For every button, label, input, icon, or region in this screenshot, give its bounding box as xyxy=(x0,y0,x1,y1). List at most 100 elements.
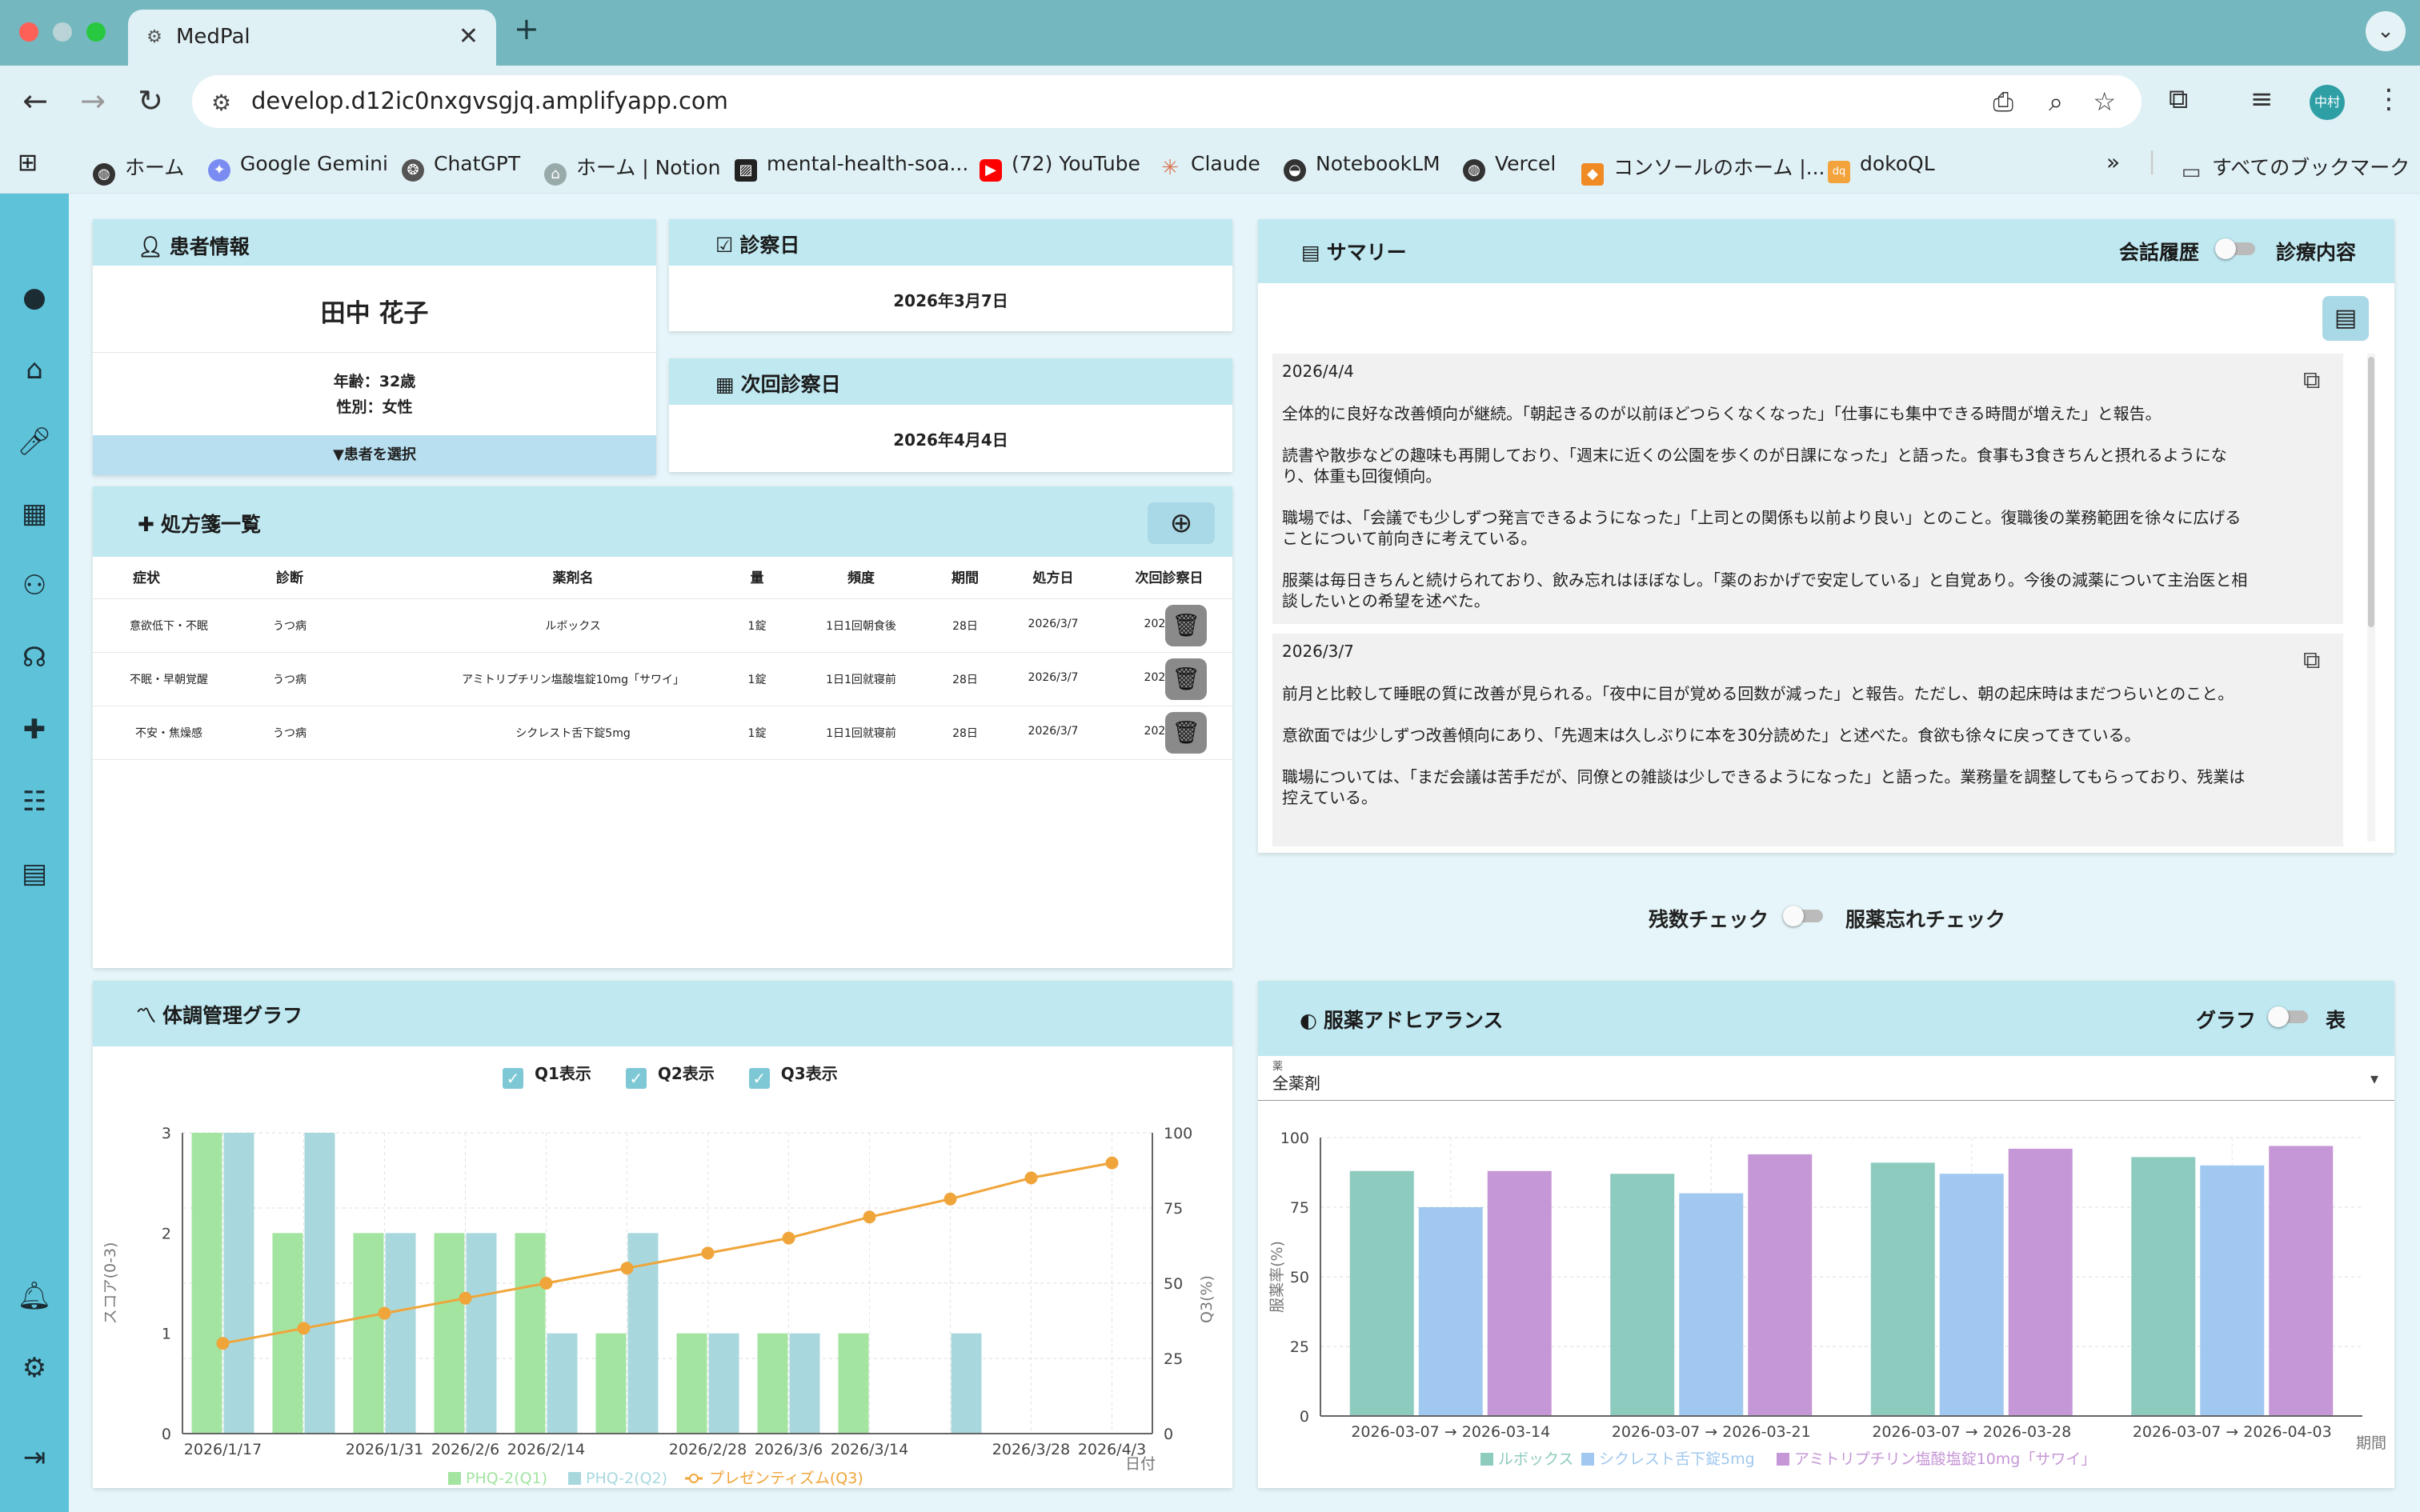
new-tab-icon[interactable]: + xyxy=(514,11,539,46)
table-cell: 不眠・早朝覚醒 xyxy=(130,674,208,686)
bookmark-youtube[interactable]: ▶ (72) YouTube xyxy=(980,152,1140,182)
y2-tick-label: 25 xyxy=(1164,1350,1183,1368)
check-mode-toggle[interactable] xyxy=(1783,906,1825,926)
checkbox-label: Q3表示 xyxy=(780,1064,838,1083)
visit-date-value: 2026年3月7日 xyxy=(893,291,1008,310)
col-header: 診断 xyxy=(276,570,303,586)
generate-summary-button[interactable]: ▤ xyxy=(2322,296,2369,341)
browser-menu-icon[interactable]: ⋮ xyxy=(2375,83,2402,115)
bookmark-dokoql[interactable]: dq dokoQL xyxy=(1828,152,1935,183)
bookmark-mental-health[interactable]: ▨ mental-health-soa... xyxy=(735,152,968,182)
y2-tick-label: 100 xyxy=(1164,1125,1192,1142)
people-icon[interactable]: ⚇ xyxy=(0,570,69,602)
bookmark-chatgpt[interactable]: ❂ ChatGPT xyxy=(402,152,520,182)
tab-search-icon[interactable]: ⌄ xyxy=(2366,11,2406,51)
close-window-button[interactable] xyxy=(19,22,38,42)
prescriptions-title-text: 処方箋一覧 xyxy=(160,513,261,536)
home-icon[interactable]: ⌂ xyxy=(0,354,69,386)
repo-icon: ▨ xyxy=(735,159,757,182)
maximize-window-button[interactable] xyxy=(86,22,106,42)
delete-prescription-button[interactable]: 🗑︎ xyxy=(1165,712,1207,754)
adherence-bar xyxy=(2269,1146,2334,1416)
browser-tab[interactable]: ⚙ MedPal ✕ xyxy=(128,10,496,66)
q3-point xyxy=(620,1262,634,1275)
more-bookmarks-icon[interactable]: » xyxy=(2106,149,2120,175)
add-prescription-button[interactable]: ⊕ xyxy=(1148,502,1215,544)
account-icon[interactable]: ● xyxy=(0,282,69,314)
address-bar[interactable]: ⚙ develop.d12ic0nxgvsgjq.amplifyapp.com … xyxy=(192,75,2142,128)
bookmark-notebooklm[interactable]: ◒ NotebookLM xyxy=(1284,152,1440,182)
visit-date-card: ☑ 診察日 2026年3月7日 xyxy=(669,219,1232,331)
logout-icon[interactable]: ⇥ xyxy=(0,1442,69,1474)
y2-axis-label: Q3(%) xyxy=(1198,1275,1216,1323)
x-tick-label: 2026/2/28 xyxy=(669,1441,747,1458)
document-icon[interactable]: ▤ xyxy=(0,858,69,890)
site-info-icon[interactable]: ⚙ xyxy=(211,90,231,116)
y-tick-label: 0 xyxy=(162,1426,171,1443)
microphone-icon[interactable]: 🎤︎ xyxy=(0,426,69,458)
bookmark-claude[interactable]: ✳ Claude xyxy=(1159,152,1260,179)
adherence-view-toggle[interactable] xyxy=(2268,1006,2310,1027)
bookmark-notion[interactable]: ⌂ ホーム | Notion xyxy=(544,152,720,186)
table-cell: うつ病 xyxy=(273,727,307,740)
zoom-icon[interactable]: ⌕ xyxy=(2049,86,2063,118)
trend-chart-icon: 〽 xyxy=(136,1004,157,1027)
profile-avatar[interactable]: 中村 xyxy=(2310,85,2345,120)
bookmark-vercel[interactable]: ◍ Vercel xyxy=(1463,152,1556,182)
y-axis-label: 服薬率(%) xyxy=(1268,1241,1286,1313)
summary-paragraph: 服薬は毎日きちんと続けられており、飲み忘れはほぼなし。「薬のおかげで安定している… xyxy=(1282,570,2248,610)
minimize-window-button[interactable] xyxy=(53,22,72,42)
drug-select[interactable]: 薬 全薬剤 ▾ xyxy=(1258,1056,2394,1101)
bookmark-label: Vercel xyxy=(1495,152,1557,175)
bookmark-label: mental-health-soa... xyxy=(767,152,969,175)
bookmark-star-icon[interactable]: ☆ xyxy=(2093,86,2116,117)
bookmark-home[interactable]: ◍ ホーム xyxy=(93,152,184,186)
prescriptions-header: ✚ 処方箋一覧 ⊕ xyxy=(93,486,1232,557)
checkbox-check-icon: ✓ xyxy=(625,1068,647,1089)
copy-icon[interactable]: ⧉ xyxy=(2303,366,2332,398)
summary-entry: 2026/4/4 ⧉ 全体的に良好な改善傾向が継続。「朝起きるのが以前ほどつらくなく… xyxy=(1272,354,2343,624)
app-favicon-icon: ⚙ xyxy=(146,27,162,47)
record-voice-icon[interactable]: ☊ xyxy=(0,642,69,674)
table-cell: 意欲低下・不眠 xyxy=(130,620,208,633)
clipboard-icon[interactable]: ☷ xyxy=(0,786,69,818)
calendar-icon[interactable]: ▦ xyxy=(0,498,69,530)
q3-checkbox[interactable]: ✓ Q3表示 xyxy=(748,1064,838,1089)
adherence-title-text: 服薬アドヒアランス xyxy=(1323,1009,1504,1032)
extensions-icon[interactable]: ⧉ xyxy=(2169,83,2188,115)
table-cell: 2026/3/7 xyxy=(1028,671,1079,684)
q1-checkbox[interactable]: ✓ Q1表示 xyxy=(503,1064,591,1089)
y-axis-label: スコア(0-3) xyxy=(102,1242,119,1325)
q2-checkbox[interactable]: ✓ Q2表示 xyxy=(625,1064,715,1089)
settings-icon[interactable]: ⚙ xyxy=(0,1352,69,1384)
col-header: 次回診察日 xyxy=(1135,570,1204,586)
summary-scrollbar-thumb[interactable] xyxy=(2368,357,2374,627)
delete-prescription-button[interactable]: 🗑︎ xyxy=(1165,658,1207,700)
back-icon[interactable]: ← xyxy=(16,83,54,118)
toggle-knob xyxy=(2268,1006,2289,1027)
summary-title-text: サマリー xyxy=(1326,241,1407,264)
col-header-text: 症状 xyxy=(133,570,160,586)
medical-bag-icon[interactable]: ✚ xyxy=(0,714,69,746)
person-icon: 👤︎ xyxy=(138,235,163,258)
forward-icon[interactable]: → xyxy=(74,83,112,118)
all-bookmarks-button[interactable]: ▭ すべてのブックマーク xyxy=(2180,152,2410,183)
delete-prescription-button[interactable]: 🗑︎ xyxy=(1165,605,1207,646)
bookmark-gemini[interactable]: ✦ Google Gemini xyxy=(208,152,388,182)
copy-icon[interactable]: ⧉ xyxy=(2303,646,2332,678)
reload-icon[interactable]: ↻ xyxy=(131,83,170,118)
bookmark-aws-console[interactable]: ◆ コンソールのホーム |... xyxy=(1581,152,1825,186)
media-control-icon[interactable]: ≡ xyxy=(2250,83,2274,115)
close-tab-icon[interactable]: ✕ xyxy=(459,22,479,50)
apps-grid-icon[interactable]: ⊞ xyxy=(18,149,38,177)
folder-icon: ▭ xyxy=(2181,160,2202,184)
notification-bell-icon[interactable]: 🔔︎ xyxy=(0,1280,69,1312)
adherence-chart: 2026-03-07 → 2026-03-14 2026-03-07 → 2026… xyxy=(1268,1130,2386,1468)
summary-paragraph: 全体的に良好な改善傾向が継続。「朝起きるのが以前ほどつらくなくなった」「仕事にも… xyxy=(1282,404,2162,423)
q2-bar xyxy=(951,1333,982,1434)
summary-mode-toggle[interactable] xyxy=(2215,238,2257,259)
q3-point xyxy=(1024,1171,1038,1185)
install-app-icon[interactable]: ⎙ xyxy=(1993,86,2013,118)
table-cell: うつ病 xyxy=(273,674,307,686)
select-patient-button[interactable]: ▼患者を選択 xyxy=(93,435,656,475)
